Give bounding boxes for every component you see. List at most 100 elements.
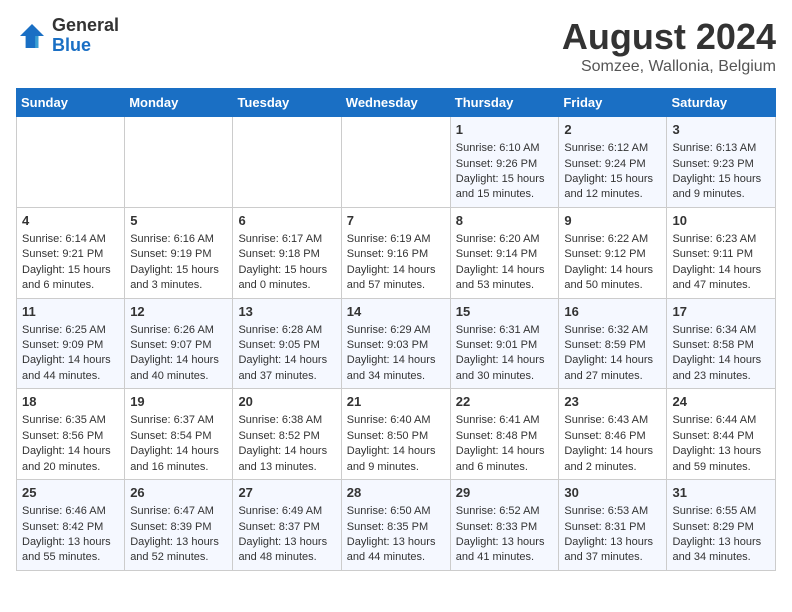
weekday-header-saturday: Saturday xyxy=(667,89,776,117)
cell-content-line: Daylight: 13 hours xyxy=(564,535,661,550)
calendar-cell: 31Sunrise: 6:55 AMSunset: 8:29 PMDayligh… xyxy=(667,480,776,571)
cell-content-line: Sunrise: 6:55 AM xyxy=(672,504,770,519)
cell-content-line: Sunset: 8:56 PM xyxy=(22,429,119,444)
cell-content-line: Sunset: 9:05 PM xyxy=(238,338,335,353)
calendar-cell: 13Sunrise: 6:28 AMSunset: 9:05 PMDayligh… xyxy=(233,298,341,389)
cell-content-line: Sunset: 8:39 PM xyxy=(130,520,227,535)
cell-content-line: Sunrise: 6:22 AM xyxy=(564,232,661,247)
day-number: 29 xyxy=(456,484,554,502)
cell-content-line: and 3 minutes. xyxy=(130,278,227,293)
cell-content-line: and 44 minutes. xyxy=(347,550,445,565)
cell-content-line: and 9 minutes. xyxy=(672,187,770,202)
cell-content-line: and 40 minutes. xyxy=(130,369,227,384)
calendar-table: SundayMondayTuesdayWednesdayThursdayFrid… xyxy=(16,88,776,571)
cell-content-line: Sunset: 9:18 PM xyxy=(238,247,335,262)
cell-content-line: Sunrise: 6:31 AM xyxy=(456,323,554,338)
cell-content-line: Daylight: 14 hours xyxy=(22,444,119,459)
cell-content-line: Sunrise: 6:40 AM xyxy=(347,413,445,428)
cell-content-line: and 41 minutes. xyxy=(456,550,554,565)
calendar-cell: 28Sunrise: 6:50 AMSunset: 8:35 PMDayligh… xyxy=(341,480,450,571)
cell-content-line: Sunset: 9:23 PM xyxy=(672,157,770,172)
weekday-header-tuesday: Tuesday xyxy=(233,89,341,117)
calendar-cell: 16Sunrise: 6:32 AMSunset: 8:59 PMDayligh… xyxy=(559,298,667,389)
cell-content-line: Daylight: 14 hours xyxy=(456,263,554,278)
weekday-header-thursday: Thursday xyxy=(450,89,559,117)
cell-content-line: Sunset: 8:50 PM xyxy=(347,429,445,444)
cell-content-line: Daylight: 13 hours xyxy=(672,444,770,459)
cell-content-line: Daylight: 14 hours xyxy=(347,444,445,459)
cell-content-line: Sunset: 9:01 PM xyxy=(456,338,554,353)
cell-content-line: Sunrise: 6:32 AM xyxy=(564,323,661,338)
calendar-subtitle: Somzee, Wallonia, Belgium xyxy=(562,58,776,76)
weekday-header-wednesday: Wednesday xyxy=(341,89,450,117)
cell-content-line: Sunset: 9:16 PM xyxy=(347,247,445,262)
day-number: 31 xyxy=(672,484,770,502)
cell-content-line: and 6 minutes. xyxy=(456,460,554,475)
calendar-cell: 21Sunrise: 6:40 AMSunset: 8:50 PMDayligh… xyxy=(341,389,450,480)
cell-content-line: Sunset: 8:52 PM xyxy=(238,429,335,444)
cell-content-line: Sunset: 8:54 PM xyxy=(130,429,227,444)
cell-content-line: Sunset: 9:14 PM xyxy=(456,247,554,262)
cell-content-line: and 27 minutes. xyxy=(564,369,661,384)
calendar-cell: 3Sunrise: 6:13 AMSunset: 9:23 PMDaylight… xyxy=(667,117,776,208)
cell-content-line: and 13 minutes. xyxy=(238,460,335,475)
calendar-cell: 8Sunrise: 6:20 AMSunset: 9:14 PMDaylight… xyxy=(450,207,559,298)
cell-content-line: and 48 minutes. xyxy=(238,550,335,565)
cell-content-line: and 12 minutes. xyxy=(564,187,661,202)
weekday-header-sunday: Sunday xyxy=(17,89,125,117)
day-number: 5 xyxy=(130,212,227,230)
cell-content-line: Daylight: 14 hours xyxy=(238,353,335,368)
logo-text: General Blue xyxy=(52,16,119,56)
cell-content-line: Daylight: 14 hours xyxy=(672,263,770,278)
calendar-cell: 30Sunrise: 6:53 AMSunset: 8:31 PMDayligh… xyxy=(559,480,667,571)
day-number: 20 xyxy=(238,393,335,411)
logo-icon xyxy=(16,20,48,52)
day-number: 4 xyxy=(22,212,119,230)
cell-content-line: Sunrise: 6:16 AM xyxy=(130,232,227,247)
cell-content-line: Daylight: 14 hours xyxy=(22,353,119,368)
calendar-cell: 24Sunrise: 6:44 AMSunset: 8:44 PMDayligh… xyxy=(667,389,776,480)
cell-content-line: Daylight: 14 hours xyxy=(456,353,554,368)
day-number: 18 xyxy=(22,393,119,411)
calendar-week-row: 11Sunrise: 6:25 AMSunset: 9:09 PMDayligh… xyxy=(17,298,776,389)
calendar-week-row: 4Sunrise: 6:14 AMSunset: 9:21 PMDaylight… xyxy=(17,207,776,298)
day-number: 10 xyxy=(672,212,770,230)
cell-content-line: Sunrise: 6:35 AM xyxy=(22,413,119,428)
cell-content-line: Sunset: 8:33 PM xyxy=(456,520,554,535)
cell-content-line: and 15 minutes. xyxy=(456,187,554,202)
cell-content-line: Daylight: 15 hours xyxy=(22,263,119,278)
cell-content-line: Daylight: 14 hours xyxy=(564,263,661,278)
cell-content-line: Sunrise: 6:17 AM xyxy=(238,232,335,247)
calendar-cell: 20Sunrise: 6:38 AMSunset: 8:52 PMDayligh… xyxy=(233,389,341,480)
cell-content-line: and 44 minutes. xyxy=(22,369,119,384)
cell-content-line: Sunrise: 6:13 AM xyxy=(672,141,770,156)
calendar-cell: 19Sunrise: 6:37 AMSunset: 8:54 PMDayligh… xyxy=(125,389,233,480)
day-number: 22 xyxy=(456,393,554,411)
cell-content-line: Sunset: 8:46 PM xyxy=(564,429,661,444)
cell-content-line: Sunset: 9:03 PM xyxy=(347,338,445,353)
cell-content-line: Daylight: 14 hours xyxy=(564,353,661,368)
cell-content-line: Sunrise: 6:41 AM xyxy=(456,413,554,428)
cell-content-line: Sunrise: 6:34 AM xyxy=(672,323,770,338)
cell-content-line: and 53 minutes. xyxy=(456,278,554,293)
day-number: 25 xyxy=(22,484,119,502)
cell-content-line: Sunset: 8:59 PM xyxy=(564,338,661,353)
cell-content-line: and 50 minutes. xyxy=(564,278,661,293)
calendar-cell: 27Sunrise: 6:49 AMSunset: 8:37 PMDayligh… xyxy=(233,480,341,571)
cell-content-line: Sunset: 8:29 PM xyxy=(672,520,770,535)
cell-content-line: Sunrise: 6:29 AM xyxy=(347,323,445,338)
cell-content-line: Sunset: 9:19 PM xyxy=(130,247,227,262)
cell-content-line: Sunset: 9:24 PM xyxy=(564,157,661,172)
calendar-cell: 10Sunrise: 6:23 AMSunset: 9:11 PMDayligh… xyxy=(667,207,776,298)
weekday-header-monday: Monday xyxy=(125,89,233,117)
cell-content-line: Daylight: 14 hours xyxy=(130,353,227,368)
cell-content-line: and 34 minutes. xyxy=(672,550,770,565)
calendar-cell: 29Sunrise: 6:52 AMSunset: 8:33 PMDayligh… xyxy=(450,480,559,571)
calendar-cell: 12Sunrise: 6:26 AMSunset: 9:07 PMDayligh… xyxy=(125,298,233,389)
cell-content-line: and 23 minutes. xyxy=(672,369,770,384)
day-number: 6 xyxy=(238,212,335,230)
calendar-title: August 2024 xyxy=(562,16,776,58)
calendar-cell xyxy=(233,117,341,208)
cell-content-line: and 9 minutes. xyxy=(347,460,445,475)
cell-content-line: and 20 minutes. xyxy=(22,460,119,475)
